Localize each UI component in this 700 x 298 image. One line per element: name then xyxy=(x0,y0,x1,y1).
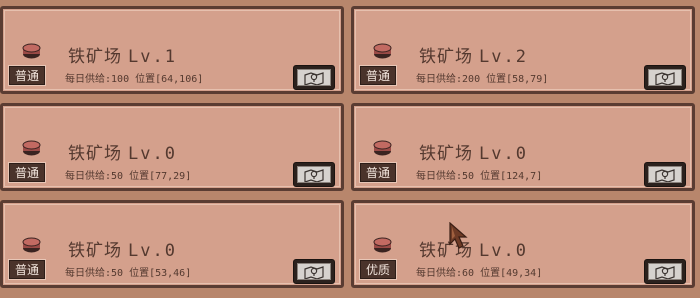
mine-level: Lv.0 xyxy=(479,144,528,164)
position-value: [124,7] xyxy=(500,171,543,182)
position-label: 位置 xyxy=(129,268,150,279)
map-pin-icon xyxy=(655,168,675,182)
locate-button[interactable] xyxy=(293,162,335,187)
position-value: [53,46] xyxy=(149,268,192,279)
iron-ore-icon xyxy=(22,43,41,59)
mine-card[interactable]: 铁矿场 Lv.0 普通 每日供给:50 位置[77,29] xyxy=(0,103,344,191)
mine-title: 铁矿场 Lv.0 xyxy=(68,236,177,261)
position-label: 位置 xyxy=(129,171,150,182)
position-value: [49,34] xyxy=(500,268,543,279)
mine-title: 铁矿场 Lv.0 xyxy=(68,139,177,164)
mine-info: 每日供给:100 位置[64,106] xyxy=(65,70,203,85)
quality-badge: 优质 xyxy=(358,259,398,280)
iron-ore-icon xyxy=(22,237,41,253)
iron-ore-icon xyxy=(373,140,392,156)
mine-name: 铁矿场 xyxy=(419,144,473,164)
mine-name: 铁矿场 xyxy=(419,47,473,67)
mine-level: Lv.1 xyxy=(128,47,177,67)
mine-title: 铁矿场 Lv.0 xyxy=(419,139,528,164)
supply-label: 每日供给: xyxy=(416,268,463,279)
position-value: [77,29] xyxy=(149,171,192,182)
map-pin-icon xyxy=(304,71,324,85)
mine-info: 每日供给:60 位置[49,34] xyxy=(416,264,542,279)
mine-name: 铁矿场 xyxy=(68,241,122,261)
quality-badge: 普通 xyxy=(7,65,47,86)
supply-value: 50 xyxy=(111,268,124,279)
mine-level: Lv.0 xyxy=(128,241,177,261)
supply-value: 60 xyxy=(462,268,475,279)
mine-card[interactable]: 铁矿场 Lv.1 普通 每日供给:100 位置[64,106] xyxy=(0,6,344,94)
mine-title: 铁矿场 Lv.0 xyxy=(419,236,528,261)
map-pin-icon xyxy=(655,71,675,85)
locate-button[interactable] xyxy=(293,259,335,284)
supply-label: 每日供给: xyxy=(65,74,112,85)
arrow-cursor-icon xyxy=(449,222,468,249)
position-value: [58,79] xyxy=(506,74,549,85)
mine-title: 铁矿场 Lv.2 xyxy=(419,42,528,67)
iron-ore-icon xyxy=(373,43,392,59)
supply-label: 每日供给: xyxy=(416,74,463,85)
quality-badge: 普通 xyxy=(358,162,398,183)
supply-value: 50 xyxy=(462,171,475,182)
mine-name: 铁矿场 xyxy=(68,47,122,67)
quality-badge: 普通 xyxy=(7,162,47,183)
locate-button[interactable] xyxy=(644,162,686,187)
mine-info: 每日供给:50 位置[124,7] xyxy=(416,167,542,182)
mine-info: 每日供给:50 位置[53,46] xyxy=(65,264,191,279)
supply-label: 每日供给: xyxy=(65,268,112,279)
position-label: 位置 xyxy=(135,74,156,85)
mine-list: 铁矿场 Lv.1 普通 每日供给:100 位置[64,106] 铁矿场 Lv.2 普通… xyxy=(0,0,700,298)
mine-card[interactable]: 铁矿场 Lv.0 优质 每日供给:60 位置[49,34] xyxy=(351,200,695,288)
supply-value: 50 xyxy=(111,171,124,182)
mine-card[interactable]: 铁矿场 Lv.0 普通 每日供给:50 位置[53,46] xyxy=(0,200,344,288)
position-label: 位置 xyxy=(486,74,507,85)
supply-value: 200 xyxy=(462,74,481,85)
mine-card[interactable]: 铁矿场 Lv.0 普通 每日供给:50 位置[124,7] xyxy=(351,103,695,191)
mine-level: Lv.0 xyxy=(479,241,528,261)
map-pin-icon xyxy=(655,265,675,279)
iron-ore-icon xyxy=(373,237,392,253)
position-label: 位置 xyxy=(480,268,501,279)
map-pin-icon xyxy=(304,168,324,182)
mine-level: Lv.2 xyxy=(479,47,528,67)
locate-button[interactable] xyxy=(644,259,686,284)
mine-info: 每日供给:50 位置[77,29] xyxy=(65,167,191,182)
map-pin-icon xyxy=(304,265,324,279)
locate-button[interactable] xyxy=(644,65,686,90)
mine-level: Lv.0 xyxy=(128,144,177,164)
locate-button[interactable] xyxy=(293,65,335,90)
mine-title: 铁矿场 Lv.1 xyxy=(68,42,177,67)
quality-badge: 普通 xyxy=(358,65,398,86)
iron-ore-icon xyxy=(22,140,41,156)
supply-value: 100 xyxy=(111,74,130,85)
mine-card[interactable]: 铁矿场 Lv.2 普通 每日供给:200 位置[58,79] xyxy=(351,6,695,94)
supply-label: 每日供给: xyxy=(65,171,112,182)
quality-badge: 普通 xyxy=(7,259,47,280)
position-value: [64,106] xyxy=(155,74,204,85)
mine-info: 每日供给:200 位置[58,79] xyxy=(416,70,548,85)
position-label: 位置 xyxy=(480,171,501,182)
supply-label: 每日供给: xyxy=(416,171,463,182)
mine-name: 铁矿场 xyxy=(68,144,122,164)
